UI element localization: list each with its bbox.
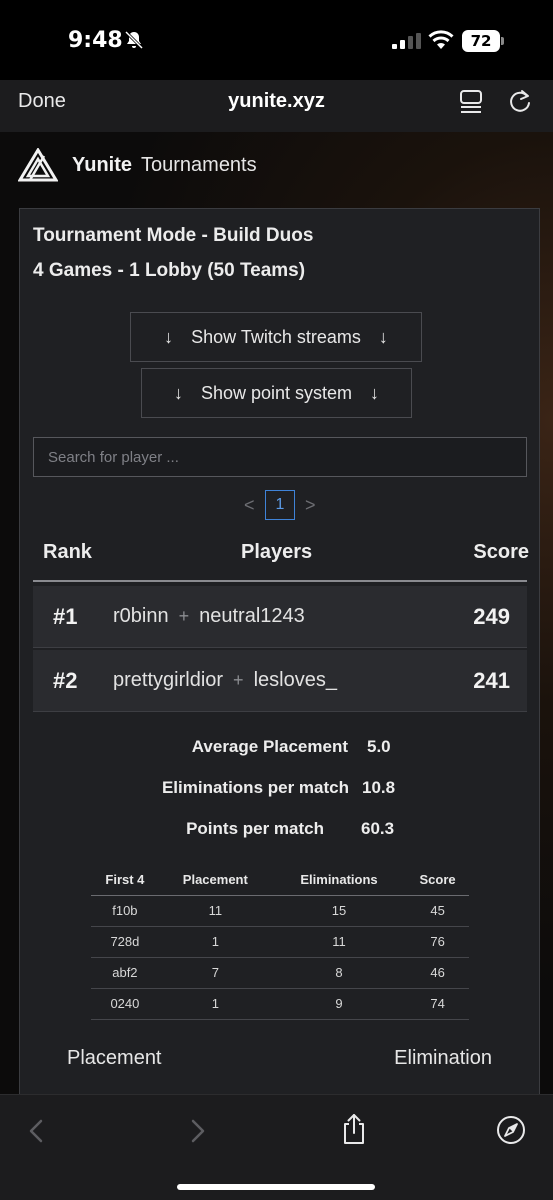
table-cell: 11 (271, 926, 407, 958)
status-time: 9:48 (68, 28, 123, 53)
placement-label: Placement (67, 1047, 162, 1069)
table-cell: 0240 (91, 988, 159, 1020)
arrow-down-icon: ↓ (370, 382, 380, 403)
player-name[interactable]: r0binn (113, 605, 169, 627)
header-divider (33, 580, 527, 582)
twitch-button-label: Show Twitch streams (191, 326, 361, 347)
arrow-down-icon: ↓ (164, 326, 174, 347)
stat-label-points-per-match: Points per match (186, 819, 324, 838)
site-header: Yunite Tournaments (0, 132, 553, 196)
status-bar: 9:48 72 (0, 0, 553, 80)
stat-value-elims-per-match: 10.8 (362, 778, 396, 797)
column-header: First 4 (91, 865, 159, 896)
forward-icon[interactable] (186, 1117, 208, 1145)
table-row: abf2 7 8 46 (91, 957, 469, 989)
tournament-format-title: 4 Games - 1 Lobby (50 Teams) (33, 260, 306, 281)
table-row: 0240 1 9 74 (91, 988, 469, 1020)
pagination-prev[interactable]: < (244, 495, 255, 516)
table-header-row: First 4 Placement Eliminations Score (91, 865, 469, 896)
stat-value-points-per-match: 60.3 (361, 819, 395, 838)
header-score: Score (473, 541, 529, 563)
compass-icon[interactable] (496, 1115, 526, 1145)
table-cell: abf2 (91, 957, 159, 989)
signal-icon (392, 33, 421, 49)
arrow-down-icon: ↓ (173, 382, 183, 403)
browser-bottom-toolbar (0, 1094, 553, 1200)
table-cell: f10b (91, 895, 159, 927)
show-twitch-streams-button[interactable]: ↓ Show Twitch streams ↓ (130, 312, 422, 362)
plus-separator: + (178, 606, 190, 626)
table-row: f10b 11 15 45 (91, 895, 469, 927)
column-header: Eliminations (271, 865, 407, 896)
table-cell: 45 (406, 895, 469, 927)
row-score: 249 (473, 604, 510, 629)
brand-name[interactable]: Yunite (72, 154, 132, 177)
row-players: prettygirldior + lesloves_ (113, 669, 337, 692)
stat-label-avg-placement: Average Placement (191, 737, 348, 756)
leaderboard-row[interactable]: #2 prettygirldior + lesloves_ 241 (33, 650, 527, 712)
bell-off-icon (124, 30, 144, 50)
browser-top-bar: Done yunite.xyz (0, 80, 553, 132)
table-cell: 1 (158, 988, 272, 1020)
table-cell: 9 (271, 988, 407, 1020)
yunite-logo-icon[interactable] (18, 148, 58, 182)
table-cell: 46 (406, 957, 469, 989)
reader-icon[interactable] (458, 88, 484, 116)
table-row: 728d 1 11 76 (91, 926, 469, 958)
player-name[interactable]: lesloves_ (254, 669, 337, 691)
brand-subtitle[interactable]: Tournaments (141, 154, 257, 177)
elimination-label: Elimination (394, 1047, 492, 1069)
show-point-system-button[interactable]: ↓ Show point system ↓ (141, 368, 412, 418)
player-name[interactable]: neutral1243 (199, 605, 305, 627)
battery-level: 72 (462, 30, 500, 52)
back-icon[interactable] (26, 1117, 48, 1145)
share-icon[interactable] (340, 1113, 368, 1145)
row-players: r0binn + neutral1243 (113, 605, 305, 628)
plus-separator: + (233, 670, 244, 690)
home-indicator[interactable] (177, 1184, 375, 1190)
player-search-input[interactable] (33, 437, 527, 477)
column-header: Placement (158, 865, 272, 896)
table-cell: 7 (158, 957, 272, 989)
table-cell: 74 (406, 988, 469, 1020)
leaderboard-row[interactable]: #1 r0binn + neutral1243 249 (33, 586, 527, 648)
table-cell: 8 (271, 957, 407, 989)
row-rank: #2 (53, 668, 78, 693)
done-button[interactable]: Done (18, 90, 66, 113)
header-rank: Rank (43, 541, 92, 563)
match-detail-table: First 4 Placement Eliminations Score f10… (91, 865, 469, 1020)
row-score: 241 (473, 668, 510, 693)
column-header: Score (406, 865, 469, 896)
battery-icon: 72 (462, 30, 504, 52)
wifi-icon (428, 30, 454, 49)
stat-value-avg-placement: 5.0 (367, 737, 391, 756)
header-players: Players (241, 541, 313, 563)
reload-icon[interactable] (506, 88, 534, 116)
pagination-current-page[interactable]: 1 (265, 490, 295, 520)
table-cell: 728d (91, 926, 159, 958)
tournament-card: Tournament Mode - Build Duos 4 Games - 1… (19, 208, 540, 1094)
arrow-down-icon: ↓ (378, 326, 388, 347)
points-button-label: Show point system (200, 382, 353, 403)
table-cell: 11 (158, 895, 272, 927)
pagination-next[interactable]: > (305, 495, 316, 516)
tournament-mode-title: Tournament Mode - Build Duos (33, 225, 314, 246)
table-cell: 15 (271, 895, 407, 927)
player-name[interactable]: prettygirldior (113, 669, 223, 691)
row-rank: #1 (53, 604, 78, 629)
web-page: Yunite Tournaments Tournament Mode - Bui… (0, 132, 553, 1094)
table-cell: 76 (406, 926, 469, 958)
table-cell: 1 (158, 926, 272, 958)
stat-label-elims-per-match: Eliminations per match (161, 778, 349, 797)
